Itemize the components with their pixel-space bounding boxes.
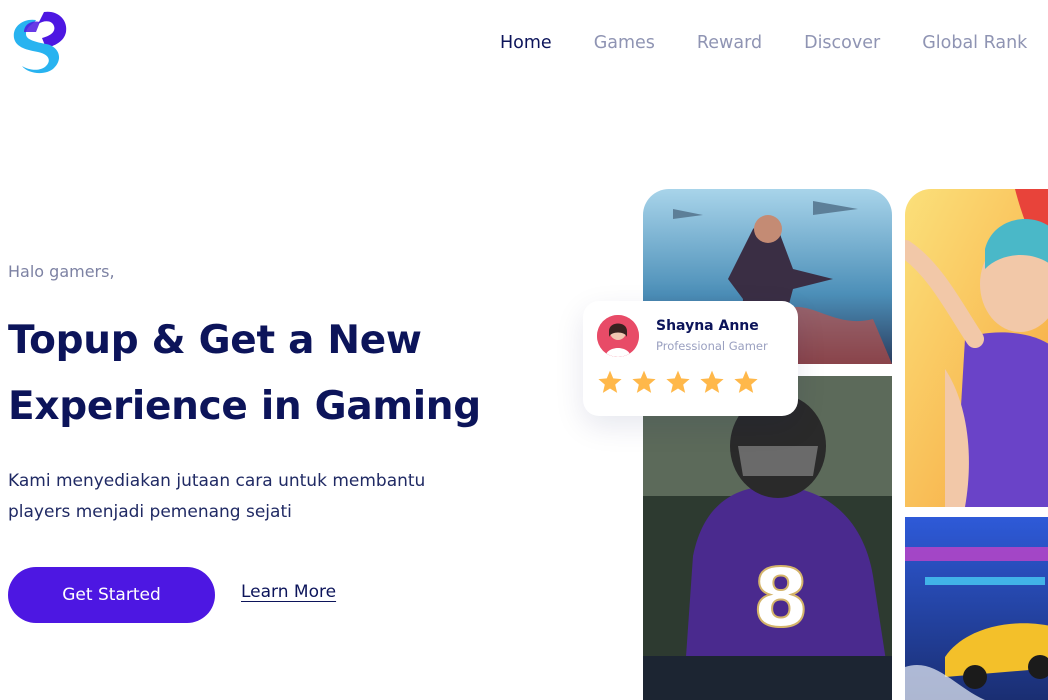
reviewer-card: Shayna Anne Professional Gamer — [583, 301, 798, 416]
star-icon — [632, 370, 656, 393]
headline-text-2: in Gaming — [260, 384, 481, 429]
rating-stars — [597, 369, 759, 395]
headline-highlight-experience: Experience — [8, 374, 248, 440]
hero-headline: Topup & Get a New Experience in Gaming — [8, 308, 481, 440]
headline-highlight-new: New — [327, 308, 422, 374]
game-image-racing[interactable] — [905, 517, 1048, 700]
logo-icon[interactable] — [6, 8, 72, 74]
nav-global-rank[interactable]: Global Rank — [922, 33, 1027, 53]
svg-text:8: 8 — [753, 552, 809, 645]
description-line-2: players menjadi pemenang sejati — [8, 502, 292, 522]
hero-greeting: Halo gamers, — [8, 262, 115, 281]
game-image-football[interactable]: 8 — [643, 376, 892, 700]
description-line-1: Kami menyediakan jutaan cara untuk memba… — [8, 471, 426, 491]
game-image-anime-fighter[interactable] — [905, 189, 1048, 507]
star-icon — [666, 370, 690, 393]
reviewer-name: Shayna Anne — [656, 318, 759, 334]
nav-games[interactable]: Games — [594, 33, 655, 53]
main-nav: Home Games Reward Discover Global Rank — [500, 33, 1027, 53]
get-started-button[interactable]: Get Started — [8, 567, 215, 623]
star-icon — [734, 370, 758, 393]
reviewer-role: Professional Gamer — [656, 339, 768, 353]
hero-description: Kami menyediakan jutaan cara untuk memba… — [8, 466, 508, 528]
headline-text-1: Topup & Get a — [8, 318, 315, 363]
star-icon — [700, 370, 724, 393]
nav-discover[interactable]: Discover — [804, 33, 880, 53]
learn-more-link[interactable]: Learn More — [241, 582, 336, 602]
avatar — [597, 315, 639, 357]
nav-reward[interactable]: Reward — [697, 33, 762, 53]
star-icon — [598, 370, 622, 393]
nav-home[interactable]: Home — [500, 33, 552, 53]
